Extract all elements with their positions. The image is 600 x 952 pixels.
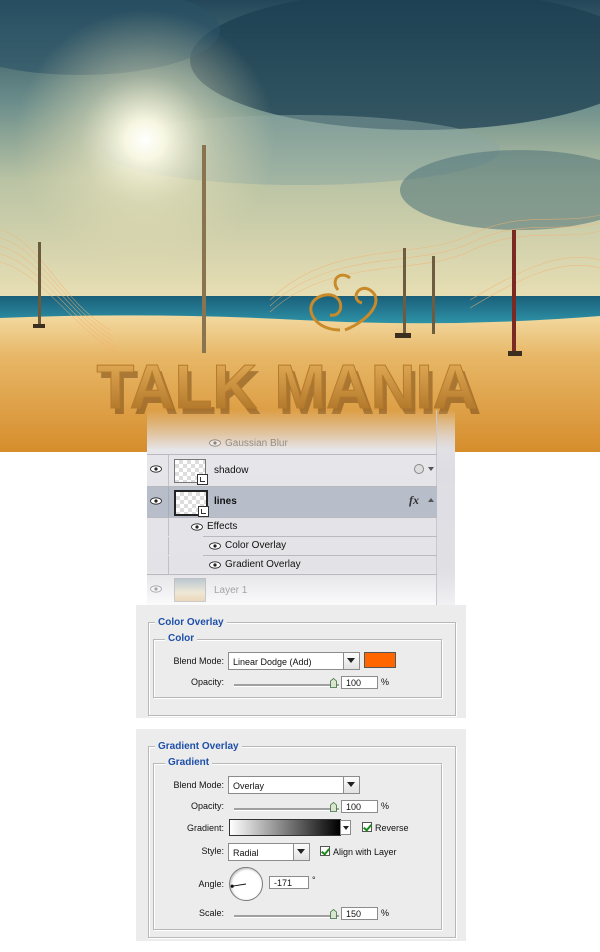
layer-row-gaussian-blur[interactable]: Gaussian Blur (147, 436, 437, 452)
color-swatch[interactable] (364, 652, 396, 668)
scale-input[interactable]: 150 (341, 907, 378, 920)
style-select[interactable]: Radial (228, 843, 310, 861)
gradient-group-title: Gradient (165, 757, 213, 768)
angle-input[interactable]: -171 (269, 876, 309, 889)
fx-icon[interactable]: fx (409, 493, 419, 508)
layers-panel: Gaussian Blur shadow lines fx Effects Co… (147, 410, 455, 606)
angle-unit: ° (312, 875, 316, 885)
opacity-slider[interactable] (234, 684, 339, 687)
chevron-down-icon[interactable] (343, 777, 359, 793)
gradient-label: Gradient: (186, 823, 224, 833)
reverse-checkbox[interactable] (362, 822, 372, 832)
opacity-slider-thumb[interactable] (330, 677, 337, 688)
scale-label: Scale: (198, 908, 224, 918)
eye-icon[interactable] (191, 523, 205, 533)
scale-slider-thumb[interactable] (330, 908, 337, 919)
style-value: Radial (233, 848, 259, 858)
blend-mode-select[interactable]: Linear Dodge (Add) (228, 652, 360, 670)
opacity-input[interactable]: 100 (341, 676, 378, 689)
blend-mode-select[interactable]: Overlay (228, 776, 360, 794)
blend-mode-label: Blend Mode: (173, 656, 224, 666)
blend-mode-value: Linear Dodge (Add) (233, 657, 312, 667)
scale-unit: % (381, 908, 390, 918)
blend-mode-value: Overlay (233, 781, 265, 791)
reverse-label: Reverse (375, 823, 409, 833)
layer-style-icon (414, 464, 424, 474)
eye-icon[interactable] (150, 585, 164, 595)
artwork-canvas: TALK MANIA TALK MANIA (0, 0, 600, 452)
opacity-unit: % (381, 801, 390, 811)
gradient-overlay-title: Gradient Overlay (155, 741, 242, 752)
opacity-label: Opacity: (190, 677, 224, 687)
chevron-down-icon (343, 826, 349, 830)
chevron-down-icon[interactable] (343, 653, 359, 669)
effect-name: Color Overlay (225, 540, 287, 551)
layer-row-shadow[interactable]: shadow (147, 455, 437, 486)
chevron-down-icon[interactable] (293, 844, 309, 860)
effects-label: Effects (207, 521, 238, 532)
layer-name: Layer 1 (214, 585, 248, 596)
eye-icon[interactable] (209, 542, 223, 552)
collapse-arrow-icon[interactable] (428, 498, 434, 502)
layer-row-effects[interactable]: Effects (147, 518, 437, 536)
eye-icon[interactable] (209, 439, 223, 449)
angle-label: Angle: (198, 879, 224, 889)
layers-scrollbar[interactable] (436, 410, 455, 606)
color-group-title: Color (165, 633, 198, 644)
eye-icon[interactable] (209, 561, 223, 571)
opacity-unit: % (381, 677, 390, 687)
layer-name: Gaussian Blur (225, 438, 288, 449)
opacity-slider-thumb[interactable] (330, 801, 337, 812)
effect-row-color-overlay[interactable]: Color Overlay (147, 537, 437, 555)
layer-thumbnail (174, 490, 209, 517)
gradient-overlay-dialog: Gradient Overlay Gradient Blend Mode: Ov… (136, 729, 466, 941)
color-overlay-title: Color Overlay (155, 617, 227, 628)
effect-row-gradient-overlay[interactable]: Gradient Overlay (147, 556, 437, 574)
opacity-input[interactable]: 100 (341, 800, 378, 813)
layer-name: shadow (214, 465, 249, 476)
style-label: Style: (201, 846, 224, 856)
layer-thumbnail (174, 578, 206, 602)
gradient-dropdown[interactable] (340, 820, 351, 835)
layer-row-lines[interactable]: lines fx (147, 487, 437, 517)
color-overlay-dialog: Color Overlay Color Blend Mode: Linear D… (136, 605, 466, 718)
layer-name: lines (214, 496, 237, 507)
blend-mode-label: Blend Mode: (173, 780, 224, 790)
eye-icon[interactable] (150, 497, 164, 507)
align-with-layer-label: Align with Layer (333, 847, 397, 857)
opacity-label: Opacity: (190, 801, 224, 811)
expand-arrow-icon[interactable] (428, 467, 434, 471)
effect-name: Gradient Overlay (225, 559, 301, 570)
eye-icon[interactable] (150, 465, 164, 475)
gradient-picker[interactable] (229, 819, 341, 836)
scale-slider[interactable] (234, 915, 339, 918)
align-with-layer-checkbox[interactable] (320, 846, 330, 856)
opacity-slider[interactable] (234, 808, 339, 811)
layer-thumbnail (174, 459, 208, 485)
beach-artwork: TALK MANIA TALK MANIA (0, 0, 600, 452)
layer-row-layer-1[interactable]: Layer 1 (147, 575, 437, 605)
angle-dial[interactable] (229, 867, 263, 901)
